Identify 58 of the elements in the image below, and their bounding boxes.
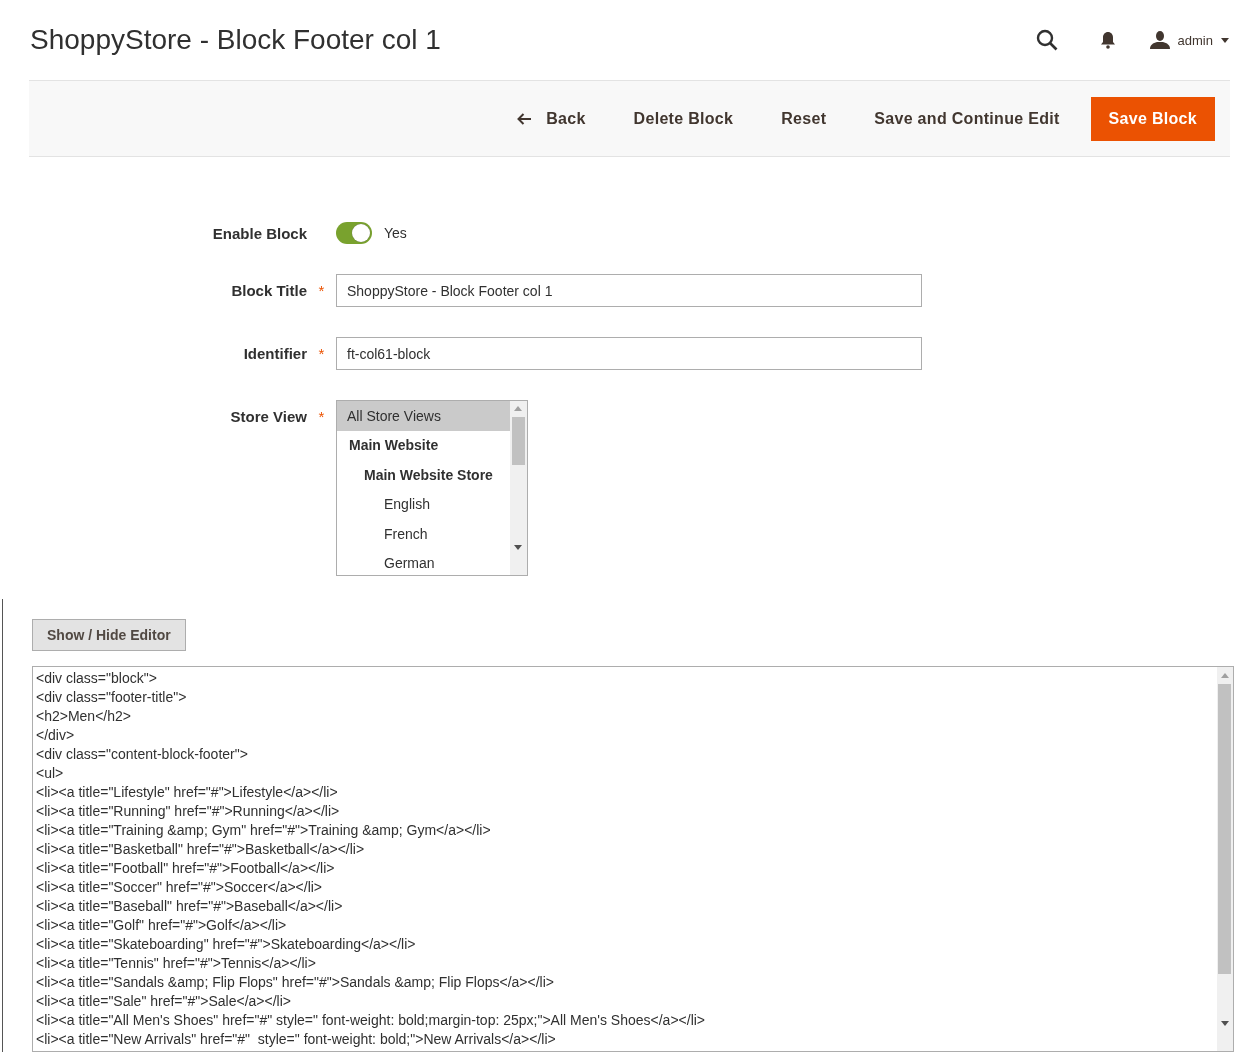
store-view-option[interactable]: All Store Views (337, 401, 510, 431)
code-line: </div> (36, 726, 76, 745)
field-label: Identifier (243, 345, 307, 362)
store-view-list[interactable]: All Store Views Main Website Main Website Store English French German (336, 400, 528, 576)
field-label: Block Title (231, 282, 307, 299)
code-line: <div class="content-block-footer"> (36, 745, 249, 764)
bell-icon[interactable] (1099, 31, 1116, 49)
store-view-option[interactable]: French (337, 519, 510, 549)
scrollbar[interactable] (1217, 667, 1233, 1051)
field-label: Enable Block (212, 224, 307, 242)
code-line: <div class="block"> (36, 669, 158, 688)
scroll-thumb[interactable] (1218, 684, 1231, 974)
store-view-option[interactable]: English (337, 489, 510, 519)
required-mark: * (317, 282, 326, 299)
back-button[interactable]: Back (493, 97, 610, 140)
code-line: <li><a title="Soccer" href="#">Soccer</a></li> (36, 878, 324, 897)
scrollbar[interactable] (510, 401, 527, 575)
scroll-down-icon[interactable] (514, 545, 522, 550)
page-title: ShoppyStore - Block Footer col 1 (30, 24, 441, 56)
store-view-option[interactable]: German (337, 548, 510, 575)
code-line: <h2>Men</h2> (36, 707, 132, 726)
code-line: <li><a title="Lifestyle" href="#">Lifestyle</a></li> (36, 783, 339, 802)
toggle-label: Yes (384, 225, 407, 241)
toggle-switch[interactable] (336, 222, 372, 244)
search-icon[interactable] (1035, 29, 1058, 51)
toggle-editor-button[interactable]: Show / Hide Editor (32, 619, 186, 651)
code-line: <li><a title="New Arrivals" href="#" style=" font-weight: bold;">New Arrivals</a></li> (36, 1030, 557, 1049)
action-button[interactable]: Delete Block (609, 97, 758, 140)
code-line: <li><a title="Tennis" href="#">Tennis</a></li> (36, 954, 317, 973)
code-line: <li><a title="Sandals &amp; Flip Flops" href="#">Sandals &amp; Flip Flops</a></li> (36, 973, 555, 992)
scroll-thumb[interactable] (512, 417, 525, 465)
store-view-option[interactable]: Main Website (337, 430, 510, 460)
code-line: <li><a title="Basketball" href="#">Basketball</a></li> (36, 840, 366, 859)
field-label: Store View (230, 408, 307, 425)
code-line: <li><a title="Sale" href="#">Sale</a></li> (36, 992, 292, 1011)
save-button[interactable]: Save Block (1090, 96, 1215, 141)
code-editor[interactable] (32, 666, 1234, 1052)
action-button[interactable]: Save and Continue Edit (850, 97, 1084, 140)
code-line: <li><a title="Golf" href="#">Golf</a></li> (36, 916, 288, 935)
code-line: <li><a title="Football" href="#">Football</a></li> (36, 859, 336, 878)
store-view-option[interactable]: Main Website Store (337, 460, 510, 490)
left-arrow-icon (517, 112, 533, 125)
code-line: <li><a title="Baseball" href="#">Baseball</a></li> (36, 897, 344, 916)
code-line: <li><a title="Training &amp; Gym" href="#">Training &amp; Gym</a></li> (36, 821, 492, 840)
text-field[interactable]: ft-col61-block (336, 337, 922, 370)
user-name[interactable]: admin (1177, 32, 1213, 48)
required-mark: * (317, 408, 326, 425)
code-line: <li><a title="Running" href="#">Running</a></li> (36, 802, 341, 821)
code-line: <li><a title="Skateboarding" href="#">Skateboarding</a></li> (36, 935, 417, 954)
action-button[interactable]: Reset (757, 97, 851, 140)
caret-icon[interactable] (1221, 37, 1229, 43)
code-line: <div class="footer-title"> (36, 688, 188, 707)
code-line: <ul> (36, 764, 65, 783)
text-field[interactable]: ShoppyStore - Block Footer col 1 (336, 274, 922, 307)
required-mark: * (317, 345, 326, 362)
user-icon[interactable] (1149, 31, 1170, 49)
code-line: <li><a title="All Men's Shoes" href="#" style=" font-weight: bold;margin-top: 25px;">All Men's Shoes</a></li> (36, 1011, 707, 1030)
scroll-down-icon[interactable] (1221, 1021, 1229, 1026)
